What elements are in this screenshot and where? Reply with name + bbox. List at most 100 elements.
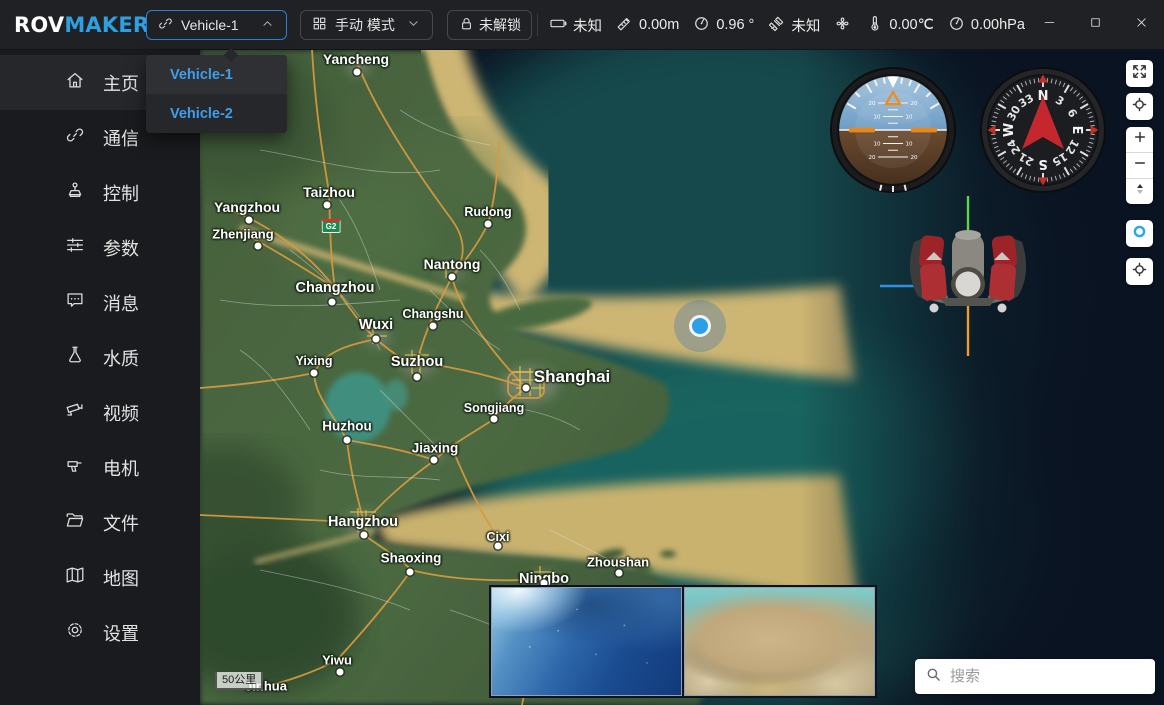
sidebar-item-label: 消息 — [103, 290, 139, 316]
sidebar-item-label: 水质 — [103, 345, 139, 371]
sidebar-item-messages[interactable]: 消息 — [0, 275, 200, 330]
close-button[interactable] — [1126, 10, 1156, 40]
motor-icon — [64, 454, 86, 481]
telemetry-value: 未知 — [573, 15, 602, 36]
telemetry-thermometer: 0.00℃ — [865, 14, 934, 37]
sidebar-item-map[interactable]: 地图 — [0, 550, 200, 605]
map-canvas[interactable]: YanchengYangzhouTaizhouZhenjiangRudongNa… — [200, 50, 1164, 705]
sidebar-item-label: 控制 — [103, 180, 139, 206]
vehicle-option-vehicle-2[interactable]: Vehicle-2 — [146, 94, 287, 133]
lock-icon — [458, 15, 475, 35]
mode-select[interactable]: 手动 模式 — [300, 10, 433, 40]
arm-lock-button[interactable]: 未解锁 — [447, 10, 532, 40]
satellite-icon — [767, 14, 786, 37]
tilt-icon — [1132, 181, 1148, 202]
telemetry-value: 0.00m — [639, 17, 679, 33]
video-feed-2[interactable] — [684, 587, 875, 696]
video-feed-1[interactable] — [491, 587, 682, 696]
telemetry-value: 0.96 ° — [716, 17, 754, 33]
sidebar-item-label: 文件 — [103, 510, 139, 536]
vehicle-position-dot — [689, 315, 711, 337]
sliders-icon — [64, 234, 86, 261]
video-strip — [489, 585, 877, 698]
sidebar-item-water-quality[interactable]: 水质 — [0, 330, 200, 385]
highway-badge: G2 — [322, 219, 341, 233]
camera-icon — [64, 399, 86, 426]
sidebar-item-label: 视频 — [103, 400, 139, 426]
telemetry-bar: 未知 0.00m 0.96 ° 未知 0.00℃ 0.00hPa — [549, 0, 1025, 50]
map-scale: 50公里 — [215, 672, 263, 690]
chevron-down-icon — [405, 15, 422, 35]
vehicle-select[interactable]: Vehicle-1 — [146, 10, 287, 40]
topbar: ROVMAKER Vehicle-1 手动 模式 未解锁 未知 0.00m 0.96… — [0, 0, 1164, 50]
vehicle-select-value: Vehicle-1 — [181, 17, 252, 33]
rovmaker-window: ROVMAKER Vehicle-1 手动 模式 未解锁 未知 0.00m 0.96… — [0, 0, 1164, 705]
minimize-button[interactable] — [1034, 10, 1064, 40]
battery-icon — [549, 14, 568, 37]
plus-icon — [1132, 129, 1148, 150]
target-icon — [1131, 261, 1148, 283]
blue-ring-icon — [1131, 223, 1148, 245]
gear-icon — [64, 619, 86, 646]
follow-vehicle-button[interactable] — [1126, 220, 1153, 247]
telemetry-value: 未知 — [791, 15, 820, 36]
vehicle-dropdown-menu: Vehicle-1Vehicle-2 — [146, 55, 287, 133]
maximize-button[interactable] — [1080, 10, 1110, 40]
heading-gauge-icon — [692, 14, 711, 37]
vehicle-position-marker[interactable] — [674, 300, 726, 352]
maximize-icon — [1088, 15, 1103, 35]
attitude-indicator: 1010101020202020 — [830, 67, 956, 193]
map-icon — [64, 564, 86, 591]
fullscreen-icon — [1131, 63, 1148, 85]
minimize-icon — [1042, 15, 1057, 35]
map-search — [915, 659, 1155, 694]
center-target-button[interactable] — [1126, 258, 1153, 285]
zoom-in-button[interactable] — [1126, 127, 1153, 152]
telemetry-value: 0.00℃ — [889, 17, 934, 33]
joystick-icon — [64, 179, 86, 206]
chevron-up-icon — [259, 15, 276, 35]
sidebar-item-motor[interactable]: 电机 — [0, 440, 200, 495]
tilt-button[interactable] — [1126, 178, 1153, 204]
locate-button[interactable] — [1126, 93, 1153, 120]
telemetry-battery: 未知 — [549, 14, 602, 37]
telemetry-depth-ruler: 0.00m — [615, 14, 679, 37]
logo-maker: MAKER — [64, 13, 149, 37]
sidebar-item-label: 通信 — [103, 125, 139, 151]
sidebar-nav: 主页通信控制参数消息水质视频电机文件地图设置 — [0, 50, 200, 705]
zoom-out-button[interactable] — [1126, 152, 1153, 178]
app-logo: ROVMAKER — [14, 13, 149, 37]
topbar-divider — [537, 14, 538, 36]
svg-text:20: 20 — [911, 155, 918, 161]
thruster-fan-icon — [833, 14, 852, 37]
sidebar-item-label: 主页 — [103, 70, 139, 96]
search-icon — [925, 666, 942, 688]
folder-icon — [64, 509, 86, 536]
fullscreen-button[interactable] — [1126, 60, 1153, 87]
sidebar-item-params[interactable]: 参数 — [0, 220, 200, 275]
zoom-control — [1126, 127, 1153, 204]
locate-icon — [1131, 96, 1148, 118]
sidebar-item-files[interactable]: 文件 — [0, 495, 200, 550]
sidebar-item-control[interactable]: 控制 — [0, 165, 200, 220]
search-input[interactable] — [950, 668, 1145, 685]
link-icon — [157, 15, 174, 35]
arm-lock-label: 未解锁 — [479, 15, 521, 35]
telemetry-pressure-gauge: 0.00hPa — [947, 14, 1025, 37]
svg-text:W: W — [1002, 123, 1017, 137]
sidebar-item-label: 设置 — [103, 620, 139, 646]
close-icon — [1134, 15, 1149, 35]
telemetry-thruster-fan — [833, 14, 852, 37]
svg-text:10: 10 — [874, 142, 881, 148]
minus-icon — [1132, 155, 1148, 176]
sidebar-item-label: 参数 — [103, 235, 139, 261]
sidebar-item-video[interactable]: 视频 — [0, 385, 200, 440]
sidebar-item-label: 电机 — [103, 455, 139, 481]
telemetry-heading-gauge: 0.96 ° — [692, 14, 754, 37]
link-icon — [64, 124, 86, 151]
sidebar-item-settings[interactable]: 设置 — [0, 605, 200, 660]
message-icon — [64, 289, 86, 316]
svg-text:E: E — [1069, 126, 1084, 135]
svg-text:S: S — [1038, 156, 1047, 171]
vehicle-option-vehicle-1[interactable]: Vehicle-1 — [146, 55, 287, 94]
